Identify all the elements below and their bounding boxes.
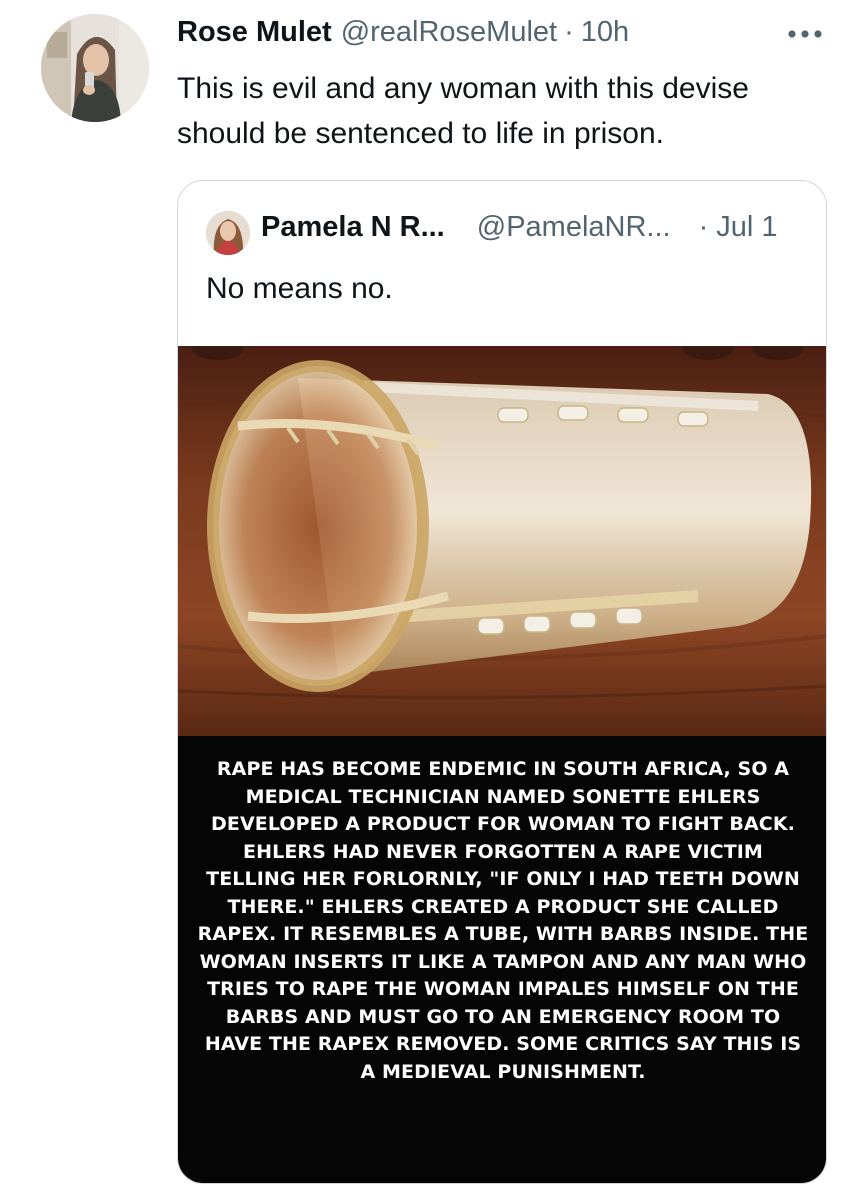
user-handle[interactable]: @realRoseMulet (341, 16, 557, 49)
quoted-tweet-text: No means no. (206, 272, 393, 305)
tweet-header: Rose Mulet @realRoseMulet · 10h (177, 16, 817, 56)
media-caption: RAPE HAS BECOME ENDEMIC IN SOUTH AFRICA,… (197, 758, 809, 1083)
quoted-timestamp[interactable]: Jul 1 (716, 211, 777, 244)
separator-dot: · (564, 16, 574, 48)
timestamp[interactable]: 10h (581, 16, 629, 49)
media-caption-box: RAPE HAS BECOME ENDEMIC IN SOUTH AFRICA,… (178, 736, 826, 1183)
quoted-separator-dot: · (698, 211, 709, 243)
avatar[interactable] (41, 14, 149, 122)
quoted-tweet-header: Pamela N R... @PamelaNR... · Jul 1 (261, 211, 821, 251)
quoted-tweet[interactable]: Pamela N R... @PamelaNR... · Jul 1 No me… (177, 180, 827, 1184)
media-photo (178, 346, 826, 736)
product-photo-illustration (178, 346, 826, 736)
quoted-media[interactable]: RAPE HAS BECOME ENDEMIC IN SOUTH AFRICA,… (178, 346, 826, 1183)
ellipsis-icon (788, 30, 822, 38)
quoted-avatar-photo (206, 211, 250, 255)
display-name[interactable]: Rose Mulet (177, 16, 332, 49)
tweet-text: This is evil and any woman with this dev… (177, 72, 749, 150)
quoted-avatar[interactable] (206, 211, 250, 255)
avatar-photo (41, 14, 149, 122)
quoted-user-handle[interactable]: @PamelaNR... (477, 211, 671, 244)
more-options-button[interactable] (786, 22, 824, 46)
tweet[interactable]: Rose Mulet @realRoseMulet · 10h This is … (0, 0, 856, 1200)
quoted-display-name[interactable]: Pamela N R... (261, 211, 445, 244)
